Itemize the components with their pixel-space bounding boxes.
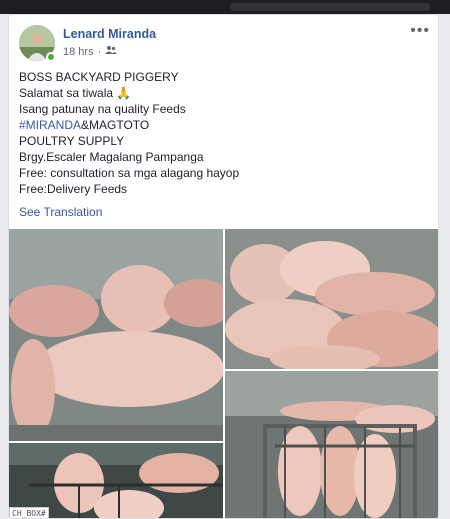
pig-photo[interactable] bbox=[9, 229, 223, 441]
post-line: Salamat sa tiwala 🙏 bbox=[19, 86, 132, 100]
post-line-hashtag: #MIRANDA&MAGTOTO bbox=[19, 118, 150, 132]
friends-icon[interactable] bbox=[105, 45, 118, 58]
post-text: BOSS BACKYARD PIGGERY Salamat sa tiwala … bbox=[19, 69, 429, 197]
post-header: Lenard Miranda 18 hrs · ••• bbox=[19, 23, 430, 65]
photo-grid: CH_BOX# bbox=[9, 229, 438, 518]
pig-photo[interactable]: CH_BOX# bbox=[9, 443, 223, 518]
more-options-icon[interactable]: ••• bbox=[410, 23, 430, 39]
post-line: Brgy.Escaler Magalang Pampanga bbox=[19, 150, 204, 164]
post-card: Lenard Miranda 18 hrs · ••• BOSS BACKYAR… bbox=[8, 14, 439, 519]
post-line: Free: consultation sa mga alagang hayop bbox=[19, 166, 240, 180]
browser-top-bar bbox=[0, 0, 450, 14]
see-translation-link[interactable]: See Translation bbox=[19, 205, 102, 219]
post-line: BOSS BACKYARD PIGGERY bbox=[19, 70, 179, 84]
post-line: Free:Delivery Feeds bbox=[19, 182, 128, 196]
online-status-icon bbox=[46, 52, 56, 62]
watermark-label: CH_BOX# bbox=[9, 507, 49, 518]
hashtag-link[interactable]: #MIRANDA bbox=[19, 118, 81, 132]
post-time[interactable]: 18 hrs bbox=[63, 46, 94, 58]
pig-photo[interactable] bbox=[225, 371, 438, 518]
author-name[interactable]: Lenard Miranda bbox=[63, 27, 156, 41]
post-line: Isang patunay na quality Feeds bbox=[19, 102, 186, 116]
post-meta: 18 hrs · bbox=[63, 45, 118, 58]
pig-photo[interactable] bbox=[225, 229, 438, 369]
post-line: POULTRY SUPPLY bbox=[19, 134, 125, 148]
